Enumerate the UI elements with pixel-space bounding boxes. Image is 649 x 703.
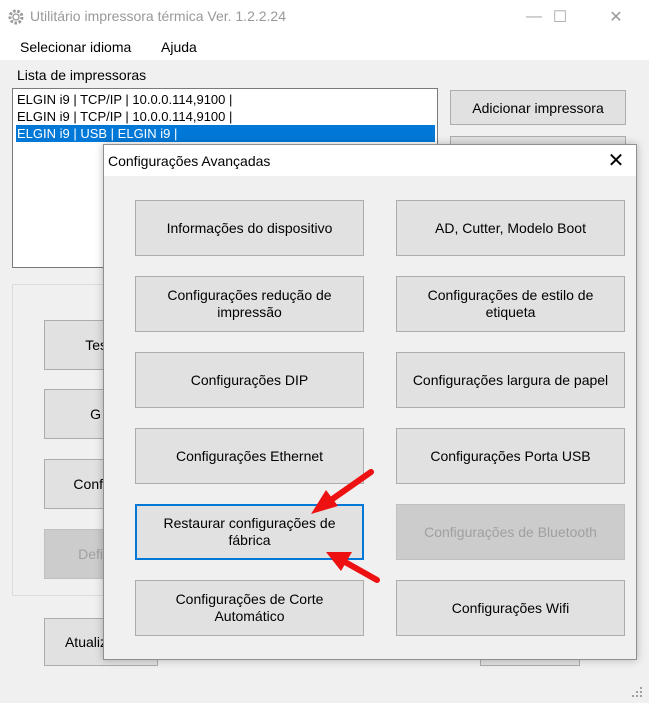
dialog-close-button[interactable]: ✕	[596, 145, 636, 176]
menu-help[interactable]: Ajuda	[161, 39, 197, 55]
paper-width-button[interactable]: Configurações largura de papel	[396, 352, 625, 408]
maximize-icon: ☐	[552, 9, 568, 26]
status-bar	[0, 680, 649, 703]
label-style-button[interactable]: Configurações de estilo de etiqueta	[396, 276, 625, 332]
dip-settings-button[interactable]: Configurações DIP	[135, 352, 364, 408]
window-title: Utilitário impressora térmica Ver. 1.2.2…	[30, 8, 286, 24]
dialog-title: Configurações Avançadas	[108, 153, 271, 169]
list-item[interactable]: ELGIN i9 | TCP/IP | 10.0.0.114,9100 |	[16, 108, 435, 125]
gear-icon	[8, 9, 24, 25]
wifi-settings-button[interactable]: Configurações Wifi	[396, 580, 625, 636]
auto-cut-button[interactable]: Configurações de Corte Automático	[135, 580, 364, 636]
bluetooth-settings-button[interactable]: Configurações de Bluetooth	[396, 504, 625, 560]
ad-cutter-boot-button[interactable]: AD, Cutter, Modelo Boot	[396, 200, 625, 256]
usb-port-button[interactable]: Configurações Porta USB	[396, 428, 625, 484]
list-item[interactable]: ELGIN i9 | TCP/IP | 10.0.0.114,9100 |	[16, 91, 435, 108]
dialog-title-bar: Configurações Avançadas ✕	[104, 145, 636, 176]
close-button[interactable]: ✕	[593, 0, 639, 34]
maximize-button[interactable]: ☐	[537, 0, 583, 34]
device-info-button[interactable]: Informações do dispositivo	[135, 200, 364, 256]
close-icon: ✕	[607, 150, 625, 172]
resize-grip-icon[interactable]	[630, 685, 644, 699]
printer-list-label: Lista de impressoras	[17, 67, 147, 83]
factory-reset-button[interactable]: Restaurar configurações de fábrica	[135, 504, 364, 560]
print-reduction-button[interactable]: Configurações redução de impressão	[135, 276, 364, 332]
list-item-selected[interactable]: ELGIN i9 | USB | ELGIN i9 |	[16, 125, 435, 142]
menu-select-language[interactable]: Selecionar idioma	[20, 39, 131, 55]
add-printer-button[interactable]: Adicionar impressora	[450, 90, 626, 125]
ethernet-settings-button[interactable]: Configurações Ethernet	[135, 428, 364, 484]
advanced-settings-dialog: Configurações Avançadas ✕ Informações do…	[103, 144, 637, 660]
